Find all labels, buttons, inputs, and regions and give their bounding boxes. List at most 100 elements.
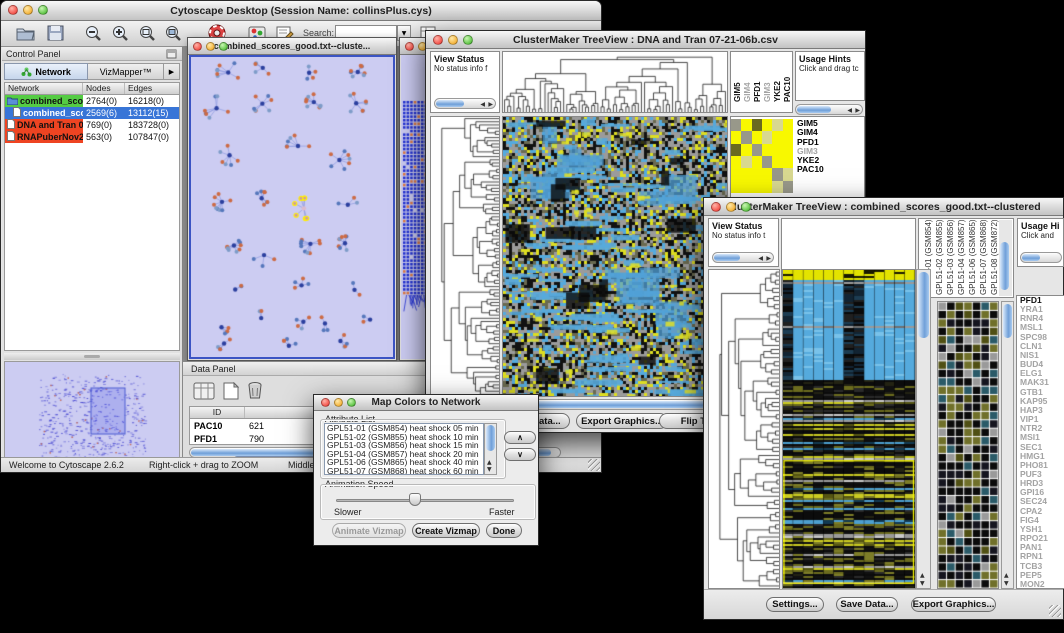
tv2-column-label[interactable]: GPL51-02 (GSM855)	[935, 221, 944, 295]
tv2-collabel-scrollbar[interactable]	[999, 220, 1012, 296]
zoom-fit-icon[interactable]	[137, 25, 157, 43]
heatmap-cell[interactable]	[783, 119, 793, 131]
resize-grip[interactable]	[1049, 605, 1061, 617]
heatmap-cell[interactable]	[741, 119, 751, 131]
save-icon[interactable]	[45, 25, 65, 43]
main-titlebar[interactable]: Cytoscape Desktop (Session Name: collins…	[1, 1, 601, 21]
tv2-button-save-data[interactable]: Save Data...	[836, 597, 898, 612]
zoom-button[interactable]	[347, 398, 356, 407]
tv1-button-export-graphics[interactable]: Export Graphics...	[576, 413, 668, 429]
heatmap-cell[interactable]	[731, 144, 741, 156]
close-button[interactable]	[711, 202, 721, 212]
scroll-down-icon[interactable]: ▼	[920, 580, 925, 587]
heatmap-cell[interactable]	[772, 144, 782, 156]
heatmap-cell[interactable]	[752, 144, 762, 156]
col-id[interactable]: ID	[190, 407, 245, 418]
heatmap-cell[interactable]	[752, 119, 762, 131]
tv2-usage-scrollbar[interactable]	[1020, 252, 1062, 263]
tv1-column-label[interactable]: GIM4	[743, 54, 752, 102]
move-down-button[interactable]: ∨	[504, 448, 536, 461]
minimize-button[interactable]	[23, 5, 33, 15]
scroll-down-icon[interactable]: ▼	[487, 466, 492, 473]
new-attribute-icon[interactable]	[221, 382, 241, 400]
tv1-row-label[interactable]: PAC10	[797, 165, 824, 174]
tv2-gene-list[interactable]: PFD1YRA1RNR4MSL1SPC98CLN1NIS1BUD4ELG1MAK…	[1016, 295, 1064, 589]
dialog-button-done[interactable]: Done	[486, 523, 522, 538]
treeview1-titlebar[interactable]: ClusterMaker TreeView : DNA and Tran 07-…	[426, 31, 865, 49]
dialog-button-animate-vizmap[interactable]: Animate Vizmap	[332, 523, 406, 538]
heatmap-cell[interactable]	[741, 181, 751, 193]
tv1-row-dendrogram[interactable]	[430, 116, 500, 397]
tv2-button-settings[interactable]: Settings...	[766, 597, 824, 612]
heatmap-cell[interactable]	[741, 156, 751, 168]
tv1-column-label[interactable]: PFD1	[753, 54, 762, 102]
close-button[interactable]	[433, 35, 443, 45]
scroll-left-icon[interactable]: ◀	[480, 101, 485, 108]
scroll-up-icon[interactable]: ▲	[920, 572, 925, 579]
network-window-titlebar[interactable]: combined_scores_good.txt--cluste...	[188, 38, 396, 55]
scroll-right-icon[interactable]: ▶	[766, 255, 771, 262]
scroll-right-icon[interactable]: ▶	[488, 101, 493, 108]
treeview2-titlebar[interactable]: ClusterMaker TreeView : combined_scores_…	[704, 198, 1063, 216]
heatmap-cell[interactable]	[772, 181, 782, 193]
scroll-up-icon[interactable]: ▲	[487, 459, 492, 466]
minimize-button[interactable]	[726, 202, 736, 212]
attribute-list-item[interactable]: GPL51-07 (GSM868) heat shock 60 min	[325, 467, 483, 475]
tv2-column-label[interactable]: GPL51-04 (GSM857)	[957, 221, 966, 295]
tab-network[interactable]: Network	[4, 63, 88, 80]
zoom-out-icon[interactable]	[83, 25, 103, 43]
heatmap-cell[interactable]	[783, 181, 793, 193]
scroll-down-icon[interactable]: ▼	[1004, 580, 1009, 587]
heatmap-cell[interactable]	[731, 156, 741, 168]
tv2-submatrix[interactable]	[937, 301, 999, 589]
heatmap-cell[interactable]	[752, 181, 762, 193]
close-button[interactable]	[405, 42, 414, 51]
heatmap-cell[interactable]	[741, 144, 751, 156]
dialog-button-create-vizmap[interactable]: Create Vizmap	[412, 523, 480, 538]
heatmap-cell[interactable]	[741, 131, 751, 143]
network-row[interactable]: combined_scores2764(0)16218(0)	[5, 95, 179, 107]
tv2-column-label[interactable]: GPL51-08 (GSM872)	[990, 221, 999, 295]
heatmap-cell[interactable]	[783, 156, 793, 168]
heatmap-cell[interactable]	[772, 168, 782, 180]
heatmap-cell[interactable]	[762, 144, 772, 156]
heatmap-cell[interactable]	[772, 119, 782, 131]
dialog-titlebar[interactable]: Map Colors to Network	[314, 395, 538, 411]
close-button[interactable]	[321, 398, 330, 407]
zoom-in-icon[interactable]	[110, 25, 130, 43]
minimize-button[interactable]	[448, 35, 458, 45]
tv2-heatmap-vscrollbar[interactable]: ▲ ▼	[916, 269, 931, 589]
heatmap-cell[interactable]	[731, 181, 741, 193]
heatmap-cell[interactable]	[731, 131, 741, 143]
open-folder-icon[interactable]	[15, 25, 35, 43]
heatmap-cell[interactable]	[762, 131, 772, 143]
tv2-submatrix-scrollbar[interactable]: ▲ ▼	[1001, 301, 1014, 589]
tv2-button-export-graphics[interactable]: Export Graphics...	[911, 597, 996, 612]
tv1-submatrix[interactable]	[731, 119, 793, 193]
heatmap-cell[interactable]	[762, 181, 772, 193]
speed-slider-thumb[interactable]	[409, 493, 421, 506]
attribute-list-scrollbar[interactable]: ▲ ▼	[484, 423, 497, 475]
move-up-button[interactable]: ∧	[504, 431, 536, 444]
tv2-heatmap[interactable]	[782, 269, 916, 589]
birdseye-view[interactable]	[4, 361, 180, 463]
attribute-list[interactable]: GPL51-01 (GSM854) heat shock 05 minGPL51…	[324, 423, 484, 475]
close-button[interactable]	[193, 42, 202, 51]
heatmap-cell[interactable]	[752, 168, 762, 180]
tv2-column-label[interactable]: GPL51-06 (GSM865)	[968, 221, 977, 295]
resize-grip[interactable]	[588, 459, 600, 471]
tv1-label-scrollbar[interactable]: ◀ ▶	[795, 104, 863, 115]
scroll-left-icon[interactable]: ◀	[847, 107, 852, 114]
tv1-heatmap[interactable]	[502, 116, 728, 397]
heatmap-cell[interactable]	[731, 119, 741, 131]
tab-vizmapper[interactable]: VizMapper™	[88, 63, 164, 80]
tv1-column-label[interactable]: PAC10	[783, 54, 792, 102]
zoom-button[interactable]	[219, 42, 228, 51]
col-edges[interactable]: Edges	[125, 83, 179, 94]
network-row[interactable]: RNAPuberNov2+563(0)107847(0)	[5, 131, 179, 143]
heatmap-cell[interactable]	[783, 144, 793, 156]
attribute-table-icon[interactable]	[193, 382, 213, 400]
tab-overflow-icon[interactable]: ▶	[164, 63, 180, 80]
col-network[interactable]: Network	[5, 83, 83, 94]
heatmap-cell[interactable]	[752, 156, 762, 168]
